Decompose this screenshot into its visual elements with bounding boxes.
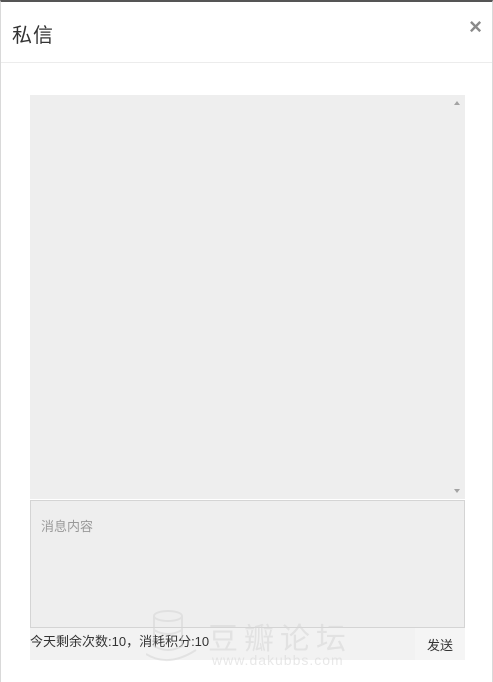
private-message-dialog: 私信 × 今天剩余次数:10，消耗积分:10 发送 豆瓣论坛 www.dakub… [0, 0, 493, 682]
remaining-quota-text: 今天剩余次数:10，消耗积分:10 [30, 634, 210, 649]
close-icon[interactable]: × [469, 16, 482, 38]
message-content-input[interactable] [30, 500, 465, 628]
composer-footer: 今天剩余次数:10，消耗积分:10 发送 [30, 628, 465, 660]
dialog-header: 私信 × [1, 2, 492, 63]
scroll-down-icon[interactable] [454, 489, 460, 493]
dialog-title: 私信 [12, 25, 54, 47]
send-button[interactable]: 发送 [415, 628, 465, 660]
scroll-up-icon[interactable] [454, 101, 460, 105]
message-history-panel[interactable] [30, 95, 465, 499]
